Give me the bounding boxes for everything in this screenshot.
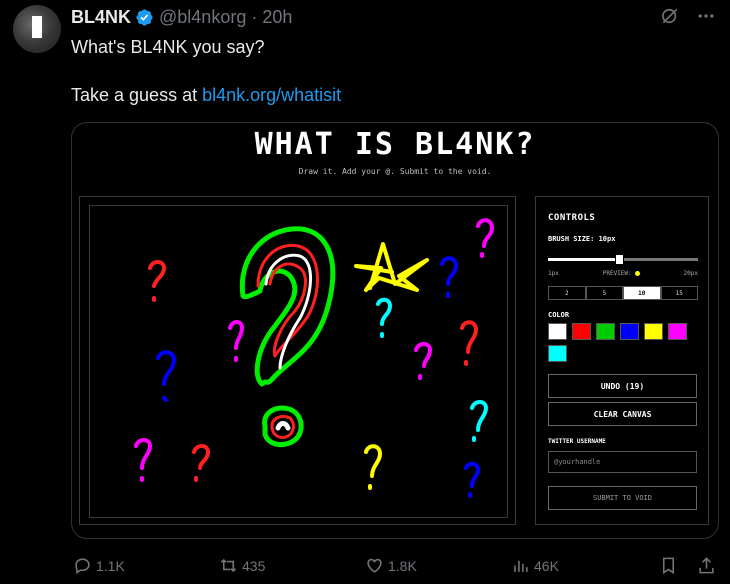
grok-icon[interactable]: [660, 6, 680, 26]
share-icon: [699, 557, 714, 574]
big-question-green: [239, 226, 336, 387]
username-input[interactable]: [548, 451, 697, 473]
tweet-actions: 1.1K 435 1.8K 46K: [73, 556, 723, 578]
bookmark-icon: [662, 557, 675, 575]
brush-size-buttons: 2 5 10 15: [548, 286, 698, 300]
card-title: WHAT IS BL4NK?: [254, 127, 536, 162]
tweet-link[interactable]: bl4nk.org/whatisit: [202, 85, 341, 105]
card-subtitle: Draw it. Add your @. Submit to the void.: [298, 167, 492, 176]
color-swatch-5[interactable]: [668, 323, 687, 340]
size-button-2[interactable]: 2: [548, 286, 586, 300]
share-action[interactable]: [697, 556, 716, 575]
tweet-line-2-text: Take a guess at: [71, 85, 203, 105]
color-swatch-6[interactable]: [548, 345, 567, 362]
views-chart-icon: [514, 560, 528, 572]
heart-icon: [367, 558, 382, 573]
tweet-header: BL4NK @bl4nkorg · 20h: [71, 6, 292, 28]
media-card[interactable]: WHAT IS BL4NK? Draw it. Add your @. Subm…: [71, 122, 719, 539]
retweet-count: 435: [242, 557, 266, 574]
slider-labels: 1px PREVIEW: 20px: [548, 270, 698, 277]
tweet-line-1: What's BL4NK you say?: [71, 37, 265, 57]
retweet-action[interactable]: 435: [219, 556, 265, 575]
preview: PREVIEW:: [603, 270, 640, 277]
clear-canvas-button[interactable]: CLEAR CANVAS: [548, 402, 697, 426]
color-swatches: [548, 323, 688, 362]
slider-fill: [548, 258, 620, 261]
preview-dot: [634, 271, 640, 276]
slider-thumb[interactable]: [615, 254, 625, 265]
color-swatch-0[interactable]: [548, 323, 567, 340]
small-blob-green: [262, 405, 304, 448]
color-swatch-3[interactable]: [620, 323, 639, 340]
undo-button[interactable]: UNDO (19): [548, 374, 697, 398]
bookmark-action[interactable]: [659, 556, 678, 575]
twitter-username-label: TWITTER USERNAME: [548, 438, 606, 445]
tweet-line-2: Take a guess at bl4nk.org/whatisit: [71, 83, 341, 107]
controls-title: CONTROLS: [548, 213, 596, 223]
verified-badge-icon: [136, 8, 153, 26]
views-action[interactable]: 46K: [511, 556, 559, 575]
author-handle[interactable]: @bl4nkorg: [159, 7, 246, 28]
reply-icon: [75, 558, 90, 575]
slider-min-label: 1px: [548, 270, 559, 277]
brush-size-slider[interactable]: [548, 254, 698, 265]
drawing-svg: [134, 218, 494, 498]
views-count: 46K: [534, 557, 559, 574]
avatar-logo: [32, 16, 42, 38]
star-yellow: [354, 242, 429, 292]
author-name[interactable]: BL4NK: [71, 7, 131, 28]
color-swatch-4[interactable]: [644, 323, 663, 340]
preview-label: PREVIEW:: [602, 270, 632, 277]
color-swatch-2[interactable]: [596, 323, 615, 340]
slider-max-label: 20px: [683, 270, 698, 277]
like-action[interactable]: 1.8K: [365, 556, 417, 575]
avatar[interactable]: [13, 5, 61, 53]
like-count: 1.8K: [388, 557, 417, 574]
drawing-canvas[interactable]: [89, 205, 508, 518]
retweet-icon: [220, 558, 237, 573]
color-label: COLOR: [548, 311, 570, 319]
more-options-icon[interactable]: [696, 6, 716, 26]
color-swatch-1[interactable]: [572, 323, 591, 340]
tweet-text: What's BL4NK you say? Take a guess at bl…: [71, 35, 341, 107]
size-button-10[interactable]: 10: [623, 286, 661, 300]
separator-dot: ·: [251, 6, 258, 27]
submit-button[interactable]: SUBMIT TO VOID: [548, 486, 697, 510]
tweet-time[interactable]: 20h: [262, 7, 292, 28]
blob-white-fill: [275, 421, 291, 431]
drawing-canvas-frame: [79, 196, 516, 525]
size-button-5[interactable]: 5: [585, 286, 623, 300]
controls-panel: CONTROLS BRUSH SIZE: 10px 1px PREVIEW: 2…: [535, 196, 709, 525]
tweet-top-actions: [660, 6, 716, 26]
brush-size-label: BRUSH SIZE: 10px: [548, 235, 616, 243]
reply-count: 1.1K: [96, 557, 125, 574]
reply-action[interactable]: 1.1K: [73, 556, 125, 575]
size-button-15[interactable]: 15: [660, 286, 698, 300]
